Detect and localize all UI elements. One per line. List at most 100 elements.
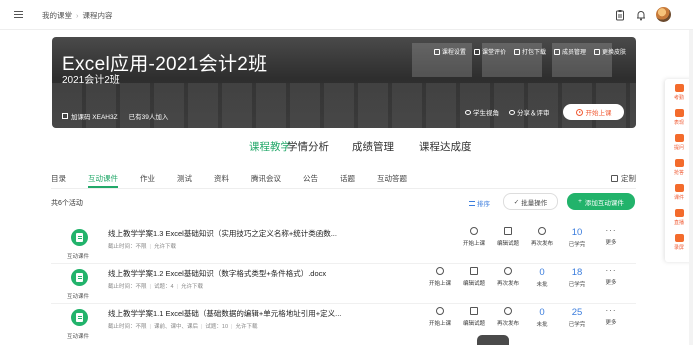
bell-icon[interactable] <box>635 9 647 21</box>
subtab-interactive-courseware[interactable]: 互动课件 <box>88 173 118 188</box>
subtab-topic[interactable]: 话题 <box>340 173 355 184</box>
share-review-button[interactable]: 分享＆评审 <box>509 107 550 117</box>
subtab-homework[interactable]: 作业 <box>140 173 155 184</box>
tab-learning-analysis[interactable]: 学情分析 <box>287 139 329 154</box>
republish-action[interactable]: 再次发布 <box>524 227 560 247</box>
edit-questions-action[interactable]: 编辑试题 <box>490 227 526 247</box>
stat-label: 已学完 <box>568 322 586 328</box>
tab-grade-management[interactable]: 成绩管理 <box>352 139 394 154</box>
start-class-button[interactable]: 开始上课 <box>563 104 624 120</box>
scrollbar[interactable] <box>689 30 693 345</box>
activity-title[interactable]: 线上教学学案1.2 Excel基础知识（数字格式类型+条件格式）.docx <box>108 268 326 279</box>
package-download-button[interactable]: 打包下载 <box>513 47 546 56</box>
activity-title[interactable]: 线上教学学案1.3 Excel基础知识（实用技巧之定义名称+统计类函数... <box>108 228 337 239</box>
qr-code-icon[interactable] <box>62 113 68 119</box>
start-class-action[interactable]: 开始上课 <box>456 227 492 247</box>
tab-course-teaching[interactable]: 课程教学 <box>249 139 291 154</box>
list-item[interactable]: 互动课件 线上教学学案1.3 Excel基础知识（实用技巧之定义名称+统计类函数… <box>60 225 636 265</box>
stat-label: 已学完 <box>568 242 586 248</box>
stat-finished[interactable]: 25 已学完 <box>562 307 592 328</box>
republish-action[interactable]: 再次发布 <box>490 307 526 327</box>
more-icon: ··· <box>605 226 617 235</box>
start-class-action[interactable]: 开始上课 <box>422 307 458 327</box>
subtab-interactive-quiz[interactable]: 互动答题 <box>377 173 407 184</box>
sidebar-item-label: 提问 <box>673 145 684 151</box>
meta-download: 允许下载 <box>235 324 258 330</box>
plus-icon: + <box>578 198 582 205</box>
subtab-test[interactable]: 测试 <box>177 173 192 184</box>
student-view-label: 学生视角 <box>473 110 499 117</box>
top-bar: 我的课堂 › 课程内容 <box>0 0 693 30</box>
sidebar-item-label: 直播 <box>673 220 684 226</box>
stat-finished[interactable]: 18 已学完 <box>562 267 592 288</box>
edit-questions-action[interactable]: 编辑试题 <box>456 267 492 287</box>
sort-label: 排序 <box>477 201 490 208</box>
customize-button[interactable]: 定制 <box>611 173 636 184</box>
courseware-icon <box>71 309 88 326</box>
course-evaluation-button[interactable]: 课堂评价 <box>473 47 506 56</box>
sidebar-item-label: 表现 <box>673 120 684 126</box>
batch-operation-button[interactable]: ✓ 批量操作 <box>503 193 558 210</box>
more-button[interactable]: ··· 更多 <box>601 307 621 327</box>
member-management-button[interactable]: 成员管理 <box>553 47 586 56</box>
subtab-materials[interactable]: 资料 <box>214 173 229 184</box>
tab-course-achievement[interactable]: 课程达成度 <box>419 139 472 154</box>
start-class-label: 开始上课 <box>585 110 612 117</box>
breadcrumb: 我的课堂 › 课程内容 <box>42 10 113 21</box>
play-icon <box>436 267 444 275</box>
edit-doc-icon <box>470 267 478 275</box>
subtab-catalog[interactable]: 目录 <box>51 173 66 184</box>
change-skin-button[interactable]: 更换皮肤 <box>593 47 626 56</box>
meta-deadline: 截止时间：不限 <box>108 284 147 290</box>
course-settings-button[interactable]: 课程设置 <box>433 47 466 56</box>
stat-unreviewed[interactable]: 0 未批 <box>527 267 557 288</box>
subtab-announcement[interactable]: 公告 <box>303 173 318 184</box>
floating-toolbar-handle[interactable] <box>477 335 509 345</box>
sort-icon <box>469 200 475 206</box>
stat-label: 未批 <box>536 322 548 328</box>
meta-download: 允许下载 <box>180 284 203 290</box>
video-icon <box>674 209 684 217</box>
student-view-button[interactable]: 学生视角 <box>465 107 499 117</box>
avatar[interactable] <box>656 7 671 22</box>
edit-questions-action[interactable]: 编辑试题 <box>456 307 492 327</box>
activity-meta: 截止时间：不限 | 允许下载 <box>108 242 176 250</box>
tool-label: 打包下载 <box>521 50 546 56</box>
sidebar-item-label: 考勤 <box>673 95 684 101</box>
breadcrumb-current: 课程内容 <box>82 11 113 20</box>
meta-separator: | <box>200 324 203 330</box>
menu-icon[interactable] <box>14 11 23 18</box>
clipboard-icon[interactable] <box>614 9 626 21</box>
row-divider <box>51 303 636 304</box>
stat-finished[interactable]: 10 已学完 <box>562 227 592 248</box>
activity-meta: 截止时间：不限 | 试题：4 | 允许下载 <box>108 282 203 290</box>
more-button[interactable]: ··· 更多 <box>601 226 621 247</box>
play-icon <box>436 307 444 315</box>
action-label: 编辑试题 <box>462 281 485 287</box>
record-icon <box>674 234 684 242</box>
join-code-label[interactable]: 加课码 XEAH3Z <box>71 111 118 121</box>
more-button[interactable]: ··· 更多 <box>601 267 621 287</box>
start-class-action[interactable]: 开始上课 <box>422 267 458 287</box>
action-label: 开始上课 <box>462 241 485 247</box>
courseware-icon <box>674 184 684 192</box>
question-icon <box>674 134 684 142</box>
sidebar-item-label: 录屏 <box>673 245 684 251</box>
join-code: 加课码 XEAH3Z 已有39人加入 <box>62 111 168 121</box>
users-icon <box>553 48 560 55</box>
breadcrumb-home[interactable]: 我的课堂 <box>42 11 72 20</box>
list-item[interactable]: 互动课件 线上教学学案1.1 Excel基础（基础数据的编辑+单元格地址引用+定… <box>60 305 636 345</box>
action-label: 编辑试题 <box>462 321 485 327</box>
subtab-tencent-meeting[interactable]: 腾讯会议 <box>251 173 281 184</box>
activity-title[interactable]: 线上教学学案1.1 Excel基础（基础数据的编辑+单元格地址引用+定义... <box>108 308 341 319</box>
customize-label: 定制 <box>621 174 636 183</box>
activity-meta: 截止时间：不限 | 课前、课中、课后 | 试题：10 | 允许下载 <box>108 322 257 330</box>
list-item[interactable]: 互动课件 线上教学学案1.2 Excel基础知识（数字格式类型+条件格式）.do… <box>60 265 636 305</box>
meta-separator: | <box>176 284 178 290</box>
republish-action[interactable]: 再次发布 <box>490 267 526 287</box>
activity-count: 共6个活动 <box>51 200 83 207</box>
sort-button[interactable]: 排序 <box>469 198 490 208</box>
add-courseware-button[interactable]: + 添加互动课件 <box>567 193 635 210</box>
stat-unreviewed[interactable]: 0 未批 <box>527 307 557 328</box>
meta-deadline: 截止时间：不限 <box>108 244 147 250</box>
